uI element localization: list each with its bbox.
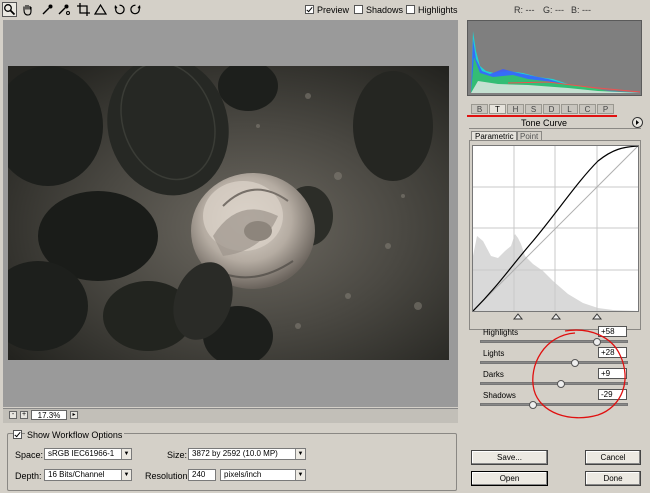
- g-label: G:: [543, 5, 553, 15]
- b-label: B:: [571, 5, 580, 15]
- rgb-readout-b: B: ---: [571, 5, 591, 15]
- highlights-slider-label: Highlights: [483, 328, 519, 337]
- tab-hsl[interactable]: H: [507, 104, 524, 114]
- rotate-left-icon: [114, 4, 125, 15]
- save-button[interactable]: Save...: [471, 450, 548, 465]
- hand-icon: [23, 5, 32, 16]
- tab-presets[interactable]: P: [597, 104, 614, 114]
- space-select[interactable]: sRGB IEC61966-1 ▼: [44, 448, 132, 460]
- zoom-icon: [4, 4, 16, 16]
- panel-divider: [469, 128, 641, 129]
- crop-tool[interactable]: [76, 2, 91, 17]
- arrow-right-icon: ▸: [72, 412, 76, 418]
- panel-title: Tone Curve: [521, 118, 568, 128]
- rotate-left-tool[interactable]: [112, 2, 127, 17]
- color-sampler-icon: [58, 4, 70, 15]
- straighten-icon: [93, 3, 108, 15]
- done-button[interactable]: Done: [585, 471, 641, 486]
- size-value: 3872 by 2592 (10.0 MP): [192, 449, 278, 458]
- chevron-down-icon: ▼: [295, 449, 305, 459]
- rotate-right-icon: [130, 4, 141, 15]
- r-value: ---: [525, 5, 535, 15]
- shadows-slider-label: Shadows: [483, 391, 516, 400]
- preview-checkbox[interactable]: [305, 5, 314, 14]
- lights-slider-label: Lights: [483, 349, 505, 358]
- chevron-right-icon: [636, 120, 639, 125]
- histogram: [467, 20, 642, 96]
- chevron-down-icon: ▼: [121, 470, 131, 480]
- split-shadows-darks-icon: [512, 313, 524, 320]
- highlights-label: Highlights: [418, 5, 458, 15]
- g-value: ---: [555, 5, 565, 15]
- panel-menu-button[interactable]: [632, 117, 643, 128]
- depth-value: 16 Bits/Channel: [48, 470, 105, 479]
- tab-calibrate[interactable]: C: [579, 104, 596, 114]
- color-sampler-tool[interactable]: [56, 2, 71, 17]
- chevron-down-icon: ▼: [295, 470, 305, 480]
- r-label: R:: [514, 5, 523, 15]
- rotate-right-tool[interactable]: [128, 2, 143, 17]
- highlights-checkbox[interactable]: [406, 5, 415, 14]
- zoom-in-button[interactable]: +: [20, 411, 28, 419]
- annotation-circle: [532, 329, 626, 419]
- cancel-button[interactable]: Cancel: [585, 450, 641, 465]
- tone-curve-svg: [472, 145, 639, 312]
- resolution-input[interactable]: 240: [188, 469, 216, 481]
- tab-tone-curve[interactable]: T: [489, 104, 506, 114]
- size-label: Size:: [167, 450, 188, 460]
- space-label: Space:: [15, 450, 44, 460]
- rgb-readout-g: G: ---: [543, 5, 564, 15]
- tab-split-toning[interactable]: S: [525, 104, 542, 114]
- split-darks-lights-icon: [550, 313, 562, 320]
- zoom-menu-button[interactable]: ▸: [70, 411, 78, 419]
- tab-lens[interactable]: L: [561, 104, 578, 114]
- zoom-tool[interactable]: [2, 2, 17, 17]
- split-point-markers[interactable]: [469, 313, 641, 321]
- tab-detail[interactable]: D: [543, 104, 560, 114]
- rgb-readout-r: R: ---: [514, 5, 535, 15]
- workflow-options-label: Show Workflow Options: [25, 430, 125, 440]
- crop-icon: [77, 3, 90, 16]
- split-lights-highlights-icon: [591, 313, 603, 320]
- shadows-label: Shadows: [366, 5, 404, 15]
- photo-preview[interactable]: [8, 66, 449, 360]
- b-value: ---: [582, 5, 592, 15]
- white-balance-tool[interactable]: [40, 2, 55, 17]
- workflow-options-group: [7, 433, 457, 491]
- zoom-level-field[interactable]: 17.3%: [31, 410, 67, 420]
- resolution-unit-select[interactable]: pixels/inch ▼: [220, 469, 306, 481]
- space-value: sRGB IEC61966-1: [48, 449, 115, 458]
- chevron-down-icon: ▼: [121, 449, 131, 459]
- straighten-tool[interactable]: [93, 2, 108, 17]
- preview-label: Preview: [317, 5, 350, 15]
- open-button[interactable]: Open: [471, 471, 548, 486]
- tab-basic[interactable]: B: [471, 104, 488, 114]
- resolution-label: Resolution:: [145, 471, 191, 481]
- depth-select[interactable]: 16 Bits/Channel ▼: [44, 469, 132, 481]
- white-balance-eyedropper-icon: [42, 4, 53, 15]
- workflow-options-checkbox[interactable]: [13, 430, 22, 439]
- zoom-out-button[interactable]: -: [9, 411, 17, 419]
- darks-slider-label: Darks: [483, 370, 504, 379]
- histogram-graph: [471, 31, 641, 93]
- annotation-underline: [467, 115, 617, 117]
- resolution-unit-value: pixels/inch: [224, 470, 262, 479]
- rose-photo: [8, 66, 449, 360]
- hand-tool[interactable]: [20, 2, 35, 17]
- depth-label: Depth:: [15, 471, 42, 481]
- tone-curve-graph[interactable]: [472, 145, 639, 312]
- shadows-checkbox[interactable]: [354, 5, 363, 14]
- size-select[interactable]: 3872 by 2592 (10.0 MP) ▼: [188, 448, 306, 460]
